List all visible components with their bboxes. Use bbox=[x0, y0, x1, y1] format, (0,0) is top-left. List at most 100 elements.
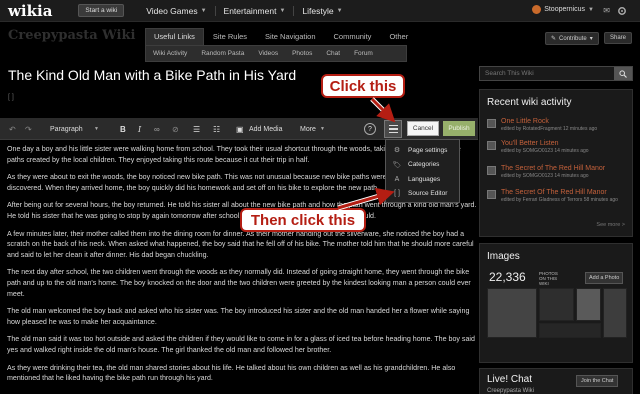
subnav-wiki-activity[interactable]: Wiki Activity bbox=[146, 50, 194, 57]
add-photo-button[interactable]: Add a Photo bbox=[585, 272, 624, 284]
page-icon bbox=[487, 166, 496, 175]
page-title: The Kind Old Man with a Bike Path in His… bbox=[8, 67, 297, 83]
subnav-random-pasta[interactable]: Random Pasta bbox=[194, 50, 251, 57]
search-button[interactable] bbox=[614, 67, 632, 80]
tab-site-rules[interactable]: Site Rules bbox=[204, 28, 256, 45]
menu-item-page-settings[interactable]: ⚙ Page settings bbox=[386, 143, 459, 158]
paragraph: A few minutes later, their mother called… bbox=[7, 229, 474, 259]
photo-thumbnail[interactable] bbox=[603, 288, 627, 338]
chevron-down-icon: ▼ bbox=[336, 7, 343, 14]
chevron-down-icon: ▾ bbox=[589, 36, 593, 42]
activity-meta: edited by Ferrari Gladness of Terrors 58… bbox=[501, 197, 618, 203]
page-options-dropdown: ⚙ Page settings 🏷 Categories A Languages… bbox=[385, 139, 460, 203]
contribute-label: Contribute bbox=[559, 35, 587, 42]
username: Stoopernicus bbox=[544, 6, 586, 13]
activity-link[interactable]: The Secret Of The Red Hill Manor bbox=[501, 189, 632, 196]
search-icon bbox=[619, 69, 627, 78]
global-menu: Video Games ▼ Entertainment ▼ Lifestyle ▼ bbox=[138, 5, 350, 16]
page-icon bbox=[487, 119, 496, 128]
clear-format-icon[interactable]: ⊘ bbox=[172, 122, 179, 136]
activity-meta: edited by SOMGO0123 14 minutes ago bbox=[501, 173, 589, 179]
numbered-list-icon[interactable]: ☷ bbox=[213, 122, 220, 136]
user-menu[interactable]: Stoopernicus ▼ bbox=[532, 5, 594, 14]
menu-item-categories[interactable]: 🏷 Categories bbox=[386, 158, 459, 173]
wiki-name[interactable]: Creepypasta Wiki bbox=[8, 28, 135, 43]
page-icon bbox=[487, 190, 496, 199]
activity-item: One Little Rock edited by RotatedFragmen… bbox=[487, 118, 632, 132]
notifications-icon[interactable]: ✉ bbox=[603, 6, 610, 15]
paragraph-format-select[interactable]: Paragraph ▼ bbox=[42, 122, 107, 136]
recent-activity-title: Recent wiki activity bbox=[487, 97, 572, 108]
title-placeholder: [ ] bbox=[8, 94, 14, 101]
activity-link[interactable]: One Little Rock bbox=[501, 118, 632, 125]
chevron-down-icon: ▼ bbox=[320, 126, 325, 132]
menu-item-source-editor[interactable]: [ ] Source Editor bbox=[386, 187, 459, 202]
chevron-down-icon: ▼ bbox=[588, 6, 594, 13]
paragraph: The next day after school, the two child… bbox=[7, 268, 471, 298]
start-wiki-button[interactable]: Start a wiki bbox=[78, 4, 125, 17]
subnav-chat[interactable]: Chat bbox=[319, 50, 347, 57]
tab-community[interactable]: Community bbox=[325, 28, 381, 45]
chat-subtitle: Creepypasta Wiki bbox=[487, 388, 535, 394]
photo-thumbnail[interactable] bbox=[576, 288, 601, 321]
chevron-down-icon: ▼ bbox=[279, 7, 286, 14]
bulleted-list-icon[interactable]: ☰ bbox=[193, 122, 200, 136]
tab-useful-links[interactable]: Useful Links bbox=[145, 28, 204, 45]
join-chat-button[interactable]: Join the Chat bbox=[576, 375, 619, 387]
images-title: Images bbox=[487, 251, 520, 262]
photo-count-caption: PHOTOS ON THIS WIKI bbox=[539, 271, 558, 286]
menu-label: Video Games bbox=[146, 5, 198, 16]
photo-thumbnail[interactable] bbox=[487, 288, 537, 338]
tab-site-navigation[interactable]: Site Navigation bbox=[256, 28, 324, 45]
link-icon[interactable]: ∞ bbox=[154, 122, 160, 136]
help-icon[interactable]: ? bbox=[364, 123, 376, 135]
share-button[interactable]: Share bbox=[604, 32, 633, 44]
photo-thumbnail[interactable] bbox=[539, 323, 601, 338]
page-icon bbox=[487, 141, 496, 150]
contribute-button[interactable]: ✎ Contribute ▾ bbox=[545, 32, 599, 45]
gear-icon: ⚙ bbox=[393, 147, 401, 155]
chevron-down-icon: ▼ bbox=[94, 126, 99, 132]
publish-button[interactable]: Publish bbox=[443, 121, 475, 136]
tab-other[interactable]: Other bbox=[380, 28, 417, 45]
subnav-forum[interactable]: Forum bbox=[347, 50, 380, 57]
source-icon: [ ] bbox=[394, 190, 400, 198]
menu-lifestyle[interactable]: Lifestyle ▼ bbox=[293, 5, 350, 16]
menu-entertainment[interactable]: Entertainment ▼ bbox=[214, 5, 294, 16]
menu-item-label: Categories bbox=[408, 161, 440, 169]
paragraph: The old man said it was too hot outside … bbox=[7, 335, 475, 354]
redo-icon[interactable]: ↷ bbox=[25, 122, 32, 136]
wikia-logo[interactable]: wikia bbox=[8, 2, 52, 20]
menu-item-label: Page settings bbox=[408, 146, 448, 154]
paragraph: The old man welcomed the boy back and as… bbox=[7, 307, 470, 326]
activity-link[interactable]: The Secret of The Red Hill Manor bbox=[501, 165, 632, 172]
more-menu-button[interactable]: More bbox=[300, 122, 316, 136]
page-menu-button[interactable] bbox=[384, 120, 402, 138]
gear-icon[interactable] bbox=[616, 5, 628, 17]
menu-video-games[interactable]: Video Games ▼ bbox=[138, 6, 214, 16]
activity-meta: edited by RotatedFragment 12 minutes ago bbox=[501, 126, 598, 132]
subnav-photos[interactable]: Photos bbox=[285, 50, 319, 57]
search-placeholder: Search This Wiki bbox=[485, 70, 534, 77]
paragraph-label: Paragraph bbox=[50, 125, 83, 133]
italic-icon[interactable]: I bbox=[138, 122, 141, 136]
search-input[interactable]: Search This Wiki bbox=[479, 66, 633, 81]
activity-item: The Secret Of The Red Hill Manor edited … bbox=[487, 189, 632, 203]
photo-thumbnail[interactable] bbox=[539, 288, 574, 321]
images-module: Images 22,336 PHOTOS ON THIS WIKI Add a … bbox=[479, 243, 633, 363]
translate-icon: A bbox=[394, 175, 400, 183]
global-nav: wikia Start a wiki Video Games ▼ Entertai… bbox=[0, 0, 640, 22]
paragraph: As they were drinking their tea, the old… bbox=[7, 363, 456, 383]
undo-icon[interactable]: ↶ bbox=[9, 122, 16, 136]
cancel-button[interactable]: Cancel bbox=[407, 121, 439, 136]
chat-title: Live! Chat bbox=[487, 374, 533, 385]
see-more-link[interactable]: See more > bbox=[596, 222, 625, 228]
menu-item-languages[interactable]: A Languages bbox=[386, 172, 459, 187]
annotation-click-this: Click this bbox=[321, 74, 405, 98]
avatar bbox=[532, 5, 542, 14]
bold-icon[interactable]: B bbox=[120, 122, 126, 136]
add-media-button[interactable]: Add Media bbox=[249, 122, 282, 136]
menu-label: Entertainment bbox=[223, 5, 277, 16]
activity-link[interactable]: You'll Better Listen bbox=[501, 140, 632, 147]
subnav-videos[interactable]: Videos bbox=[251, 50, 285, 57]
